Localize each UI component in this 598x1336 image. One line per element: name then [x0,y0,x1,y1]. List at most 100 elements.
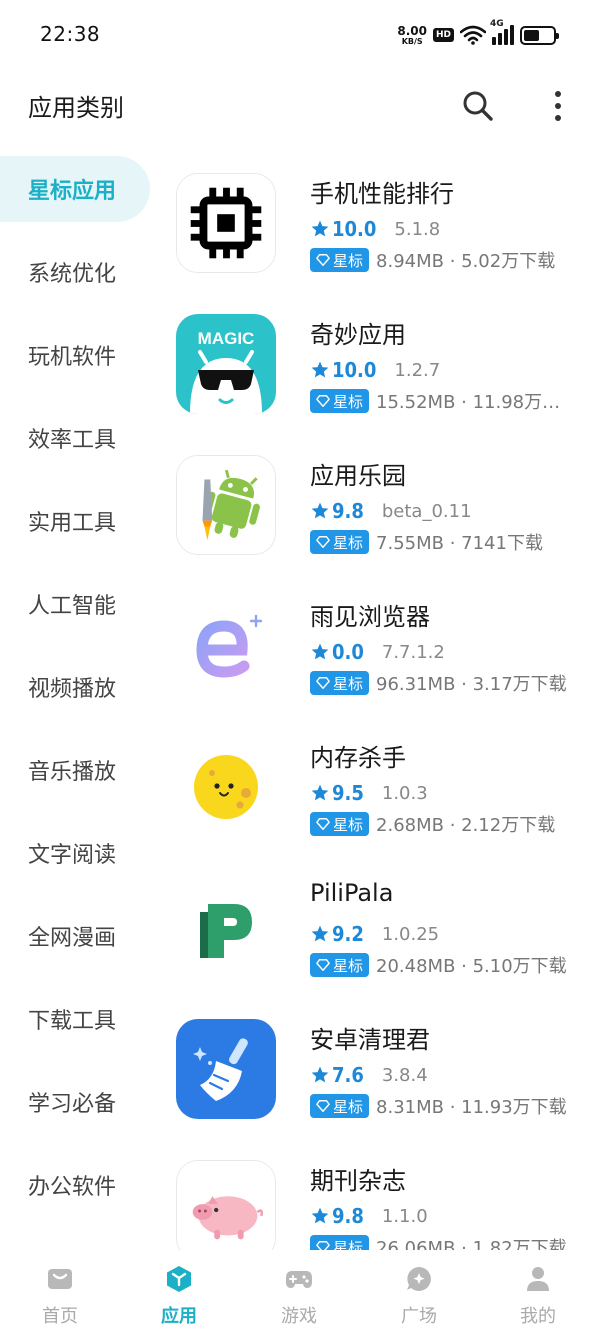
app-version: 1.0.3 [381,782,428,804]
app-version: 3.8.4 [381,1064,428,1086]
sidebar-item-starred[interactable]: 星标应用 [0,156,150,222]
app-rating: 9.2 [332,922,364,946]
app-stats: 星标 2.68MB · 2.12万下载 [310,811,576,837]
star-icon [311,502,329,519]
app-list-item[interactable]: 内存杀手 9.5 1.0.3 星标 2.68MB · 2.12万下载 [165,714,598,855]
app-stats: 星标 15.52MB · 11.98万下载 [310,388,576,414]
star-icon [311,925,329,942]
badge-label: 星标 [333,815,364,834]
sidebar-item-label: 效率工具 [28,428,117,453]
search-icon [463,91,493,121]
more-options-button[interactable] [540,86,576,126]
sidebar-item-label: 玩机软件 [28,345,117,370]
sidebar-item-video[interactable]: 视频播放 [0,654,150,720]
diamond-icon [316,959,330,971]
sidebar-item-study[interactable]: 学习必备 [0,1069,150,1135]
app-name: 奇妙应用 [310,321,406,349]
sidebar-item-utilities[interactable]: 实用工具 [0,488,150,554]
app-list-item[interactable]: 应用乐园 9.8 beta_0.11 星标 7.55MB · 7141下载 [165,432,598,573]
badge-label: 星标 [333,251,364,270]
nav-label: 游戏 [281,1306,317,1327]
sidebar-item-office[interactable]: 办公软件 [0,1152,150,1218]
app-size-downloads: 96.31MB · 3.17万下载 [376,674,567,695]
app-size-downloads: 8.31MB · 11.93万下载 [376,1097,567,1118]
app-name: PiliPala [310,879,394,907]
starred-badge: 星标 [310,530,370,554]
nav-profile[interactable]: 我的 [478,1250,598,1336]
app-name: 手机性能排行 [310,180,454,208]
app-list-item[interactable]: MAGIC 奇妙应用 10.0 1.2.7 星标 15.52MB · 11.98… [165,291,598,432]
app-list-item[interactable]: 安卓清理君 7.6 3.8.4 星标 8.31MB · 11.93万下载 [165,996,598,1137]
sidebar-item-download-tools[interactable]: 下载工具 [0,986,150,1052]
app-name: 期刊杂志 [310,1167,406,1195]
sidebar-item-ai[interactable]: 人工智能 [0,571,150,637]
nav-games[interactable]: 游戏 [239,1250,359,1336]
star-icon [311,1207,329,1224]
app-version: 1.2.7 [394,359,441,381]
diamond-icon [316,254,330,266]
diamond-icon [316,1241,330,1250]
app-list-item[interactable]: 手机性能排行 10.0 5.1.8 星标 8.94MB · 5.02万下载 [165,150,598,291]
battery-icon [520,25,559,45]
app-version: 1.1.0 [381,1205,428,1227]
app-stats: 星标 8.94MB · 5.02万下载 [310,247,576,273]
sidebar-item-label: 实用工具 [28,511,117,536]
sidebar-item-label: 下载工具 [28,1009,117,1034]
app-list: 手机性能排行 10.0 5.1.8 星标 8.94MB · 5.02万下载 MA… [165,150,598,1250]
starred-badge: 星标 [310,389,370,413]
android-rocket-icon [176,455,276,555]
diamond-icon [316,536,330,548]
app-meta: 7.6 3.8.4 [310,1062,428,1088]
starred-badge: 星标 [310,1235,370,1251]
search-button[interactable] [458,86,498,126]
network-speed-value: 8.00 [397,23,427,38]
app-rating: 9.8 [332,1204,364,1228]
sidebar-item-label: 视频播放 [28,677,117,702]
app-rating: 0.0 [332,640,364,664]
app-name: 内存杀手 [310,744,406,772]
badge-label: 星标 [333,1238,364,1251]
status-bar: 22:38 8.00 KB/S HD 4G [0,0,598,68]
sidebar-item-reading[interactable]: 文字阅读 [0,820,150,886]
nav-apps[interactable]: 应用 [119,1250,239,1336]
nav-label: 我的 [520,1306,556,1327]
sidebar-item-music[interactable]: 音乐播放 [0,737,150,803]
nav-home[interactable]: 首页 [0,1250,120,1336]
chip-icon [176,173,276,273]
status-icons: 8.00 KB/S HD 4G [397,19,559,50]
sidebar-item-tweak-apps[interactable]: 玩机软件 [0,322,150,388]
sidebar-item-comics[interactable]: 全网漫画 [0,903,150,969]
sidebar-item-system-optimize[interactable]: 系统优化 [0,239,150,305]
diamond-icon [316,1100,330,1112]
chat-bubble-icon [407,1267,431,1291]
app-stats: 星标 7.55MB · 7141下载 [310,529,576,555]
hd-icon: HD [432,28,454,42]
nav-label: 广场 [401,1306,437,1327]
app-stats: 星标 26.06MB · 1.82万下载 [310,1234,576,1250]
badge-label: 星标 [333,1097,364,1116]
app-list-item[interactable]: 期刊杂志 9.8 1.1.0 星标 26.06MB · 1.82万下载 [165,1137,598,1250]
diamond-icon [316,677,330,689]
app-version: 1.0.25 [381,923,440,945]
app-list-item[interactable]: PiliPala 9.2 1.0.25 星标 20.48MB · 5.10万下载 [165,855,598,996]
diamond-icon [316,395,330,407]
network-speed-unit: KB/S [401,36,423,46]
app-meta: 9.8 1.1.0 [310,1203,428,1229]
app-list-item[interactable]: 雨见浏览器 0.0 7.7.1.2 星标 96.31MB · 3.17万下载 [165,573,598,714]
page-title: 应用类别 [28,94,124,122]
star-icon [311,220,329,237]
app-rating: 10.0 [332,217,377,241]
nav-square[interactable]: 广场 [359,1250,479,1336]
app-meta: 0.0 7.7.1.2 [310,639,445,665]
app-size-downloads: 2.68MB · 2.12万下载 [376,815,556,836]
app-rating: 9.5 [332,781,364,805]
pilipala-p-icon [176,878,276,978]
app-rating: 10.0 [332,358,377,382]
app-header: 应用类别 [0,70,598,140]
starred-badge: 星标 [310,953,370,977]
nav-label: 首页 [42,1306,78,1327]
app-stats: 星标 96.31MB · 3.17万下载 [310,670,576,696]
bottom-nav: 首页 应用 游戏 广场 我的 [0,1250,598,1336]
network-speed: 8.00 KB/S [397,25,427,46]
sidebar-item-productivity[interactable]: 效率工具 [0,405,150,471]
